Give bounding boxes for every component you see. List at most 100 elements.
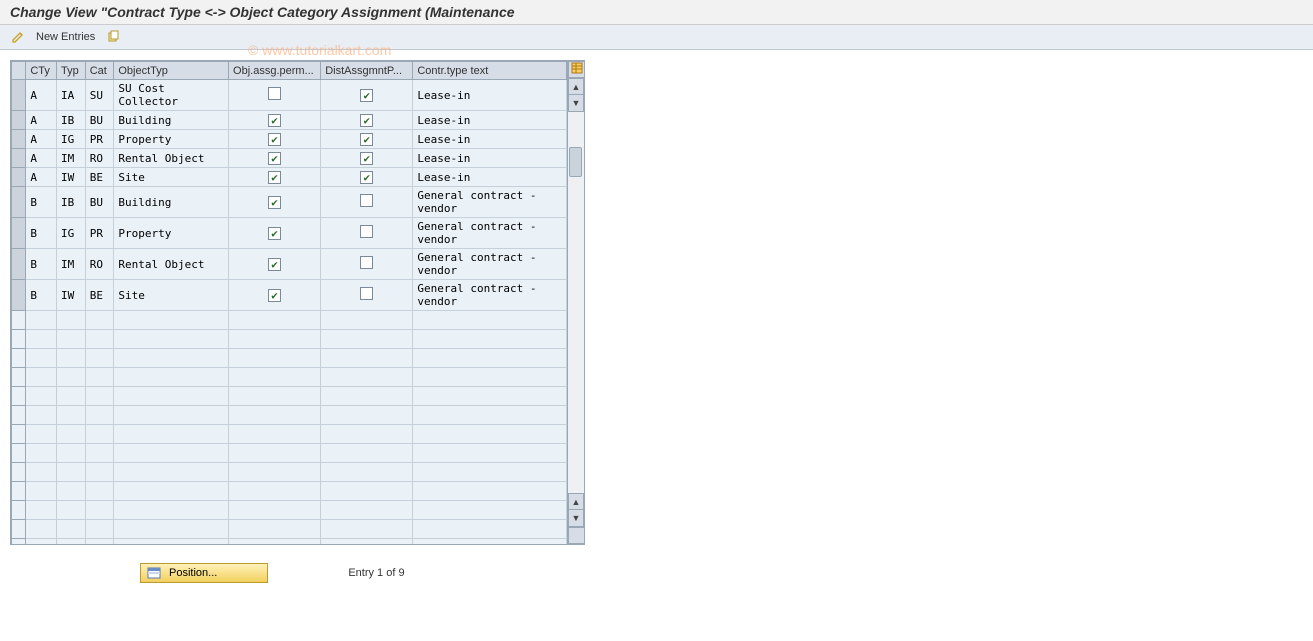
cell-perm[interactable] [229, 168, 321, 187]
checkbox-perm[interactable] [268, 227, 281, 240]
cell-perm[interactable] [229, 249, 321, 280]
cell-objtyp[interactable]: Building [114, 111, 229, 130]
cell-text[interactable]: General contract - vendor [413, 280, 567, 311]
cell-perm[interactable] [229, 111, 321, 130]
checkbox-perm[interactable] [268, 171, 281, 184]
cell-objtyp[interactable]: Site [114, 280, 229, 311]
cell-cty[interactable]: A [26, 168, 57, 187]
checkbox-perm[interactable] [268, 289, 281, 302]
row-selector[interactable] [12, 501, 26, 520]
cell-perm[interactable] [229, 149, 321, 168]
cell-cat[interactable]: SU [85, 80, 114, 111]
cell-typ[interactable]: IW [57, 280, 86, 311]
checkbox-dist[interactable] [360, 89, 373, 102]
checkbox-dist[interactable] [360, 171, 373, 184]
vscroll-thumb[interactable] [569, 147, 582, 177]
row-selector[interactable] [12, 463, 26, 482]
row-selector[interactable] [12, 444, 26, 463]
row-selector[interactable] [12, 406, 26, 425]
cell-typ[interactable]: IG [57, 218, 86, 249]
cell-dist[interactable] [321, 130, 413, 149]
cell-perm[interactable] [229, 218, 321, 249]
checkbox-perm[interactable] [268, 133, 281, 146]
table-row[interactable]: AIASUSU Cost CollectorLease-in [12, 80, 567, 111]
cell-perm[interactable] [229, 187, 321, 218]
cell-typ[interactable]: IB [57, 187, 86, 218]
row-selector[interactable] [12, 80, 26, 111]
row-selector[interactable] [12, 168, 26, 187]
cell-cat[interactable]: RO [85, 149, 114, 168]
checkbox-perm[interactable] [268, 152, 281, 165]
row-selector[interactable] [12, 368, 26, 387]
cell-cty[interactable]: A [26, 111, 57, 130]
cell-cty[interactable]: B [26, 187, 57, 218]
cell-dist[interactable] [321, 218, 413, 249]
row-selector[interactable] [12, 425, 26, 444]
table-row-empty[interactable] [12, 425, 567, 444]
cell-typ[interactable]: IA [57, 80, 86, 111]
table-row-empty[interactable] [12, 368, 567, 387]
row-selector[interactable] [12, 280, 26, 311]
cell-text[interactable]: Lease-in [413, 149, 567, 168]
checkbox-perm[interactable] [268, 87, 281, 100]
row-selector[interactable] [12, 520, 26, 539]
cell-objtyp[interactable]: Building [114, 187, 229, 218]
table-row[interactable]: AIBBUBuildingLease-in [12, 111, 567, 130]
cell-dist[interactable] [321, 111, 413, 130]
cell-text[interactable]: General contract - vendor [413, 249, 567, 280]
cell-cat[interactable]: BE [85, 168, 114, 187]
checkbox-dist[interactable] [360, 194, 373, 207]
cell-dist[interactable] [321, 280, 413, 311]
checkbox-perm[interactable] [268, 258, 281, 271]
row-selector[interactable] [12, 149, 26, 168]
header-cty[interactable]: CTy [26, 62, 57, 80]
checkbox-dist[interactable] [360, 225, 373, 238]
table-row-empty[interactable] [12, 444, 567, 463]
position-button[interactable]: Position... [140, 563, 268, 583]
cell-objtyp[interactable]: Property [114, 218, 229, 249]
row-selector[interactable] [12, 218, 26, 249]
cell-objtyp[interactable]: Property [114, 130, 229, 149]
row-selector[interactable] [12, 249, 26, 280]
cell-text[interactable]: Lease-in [413, 130, 567, 149]
cell-cty[interactable]: B [26, 218, 57, 249]
cell-typ[interactable]: IB [57, 111, 86, 130]
row-selector[interactable] [12, 349, 26, 368]
table-row-empty[interactable] [12, 539, 567, 545]
header-typ[interactable]: Typ [57, 62, 86, 80]
cell-perm[interactable] [229, 80, 321, 111]
row-selector[interactable] [12, 111, 26, 130]
cell-text[interactable]: General contract - vendor [413, 218, 567, 249]
cell-typ[interactable]: IM [57, 149, 86, 168]
cell-text[interactable]: Lease-in [413, 111, 567, 130]
new-entries-button[interactable]: New Entries [32, 30, 99, 44]
cell-typ[interactable]: IG [57, 130, 86, 149]
cell-cty[interactable]: A [26, 149, 57, 168]
cell-cat[interactable]: PR [85, 218, 114, 249]
row-selector[interactable] [12, 311, 26, 330]
table-row-empty[interactable] [12, 330, 567, 349]
vscroll-track[interactable] [568, 112, 584, 493]
cell-objtyp[interactable]: SU Cost Collector [114, 80, 229, 111]
table-row-empty[interactable] [12, 463, 567, 482]
checkbox-dist[interactable] [360, 287, 373, 300]
vscroll-up-icon[interactable]: ▲ [568, 78, 584, 95]
cell-cat[interactable]: BE [85, 280, 114, 311]
checkbox-dist[interactable] [360, 152, 373, 165]
checkbox-perm[interactable] [268, 114, 281, 127]
row-selector[interactable] [12, 482, 26, 501]
table-row[interactable]: BIBBUBuildingGeneral contract - vendor [12, 187, 567, 218]
table-row[interactable]: BIWBESiteGeneral contract - vendor [12, 280, 567, 311]
vscroll-up2-icon[interactable]: ▼ [568, 95, 584, 112]
cell-typ[interactable]: IW [57, 168, 86, 187]
cell-dist[interactable] [321, 149, 413, 168]
vertical-scrollbar[interactable]: ▲ ▼ ▲ ▼ [567, 61, 584, 544]
cell-cat[interactable]: BU [85, 187, 114, 218]
cell-text[interactable]: Lease-in [413, 168, 567, 187]
vscroll-down2-icon[interactable]: ▲ [568, 493, 584, 510]
cell-perm[interactable] [229, 130, 321, 149]
cell-dist[interactable] [321, 249, 413, 280]
table-row-empty[interactable] [12, 501, 567, 520]
cell-objtyp[interactable]: Rental Object [114, 149, 229, 168]
table-row[interactable]: BIMRORental ObjectGeneral contract - ven… [12, 249, 567, 280]
